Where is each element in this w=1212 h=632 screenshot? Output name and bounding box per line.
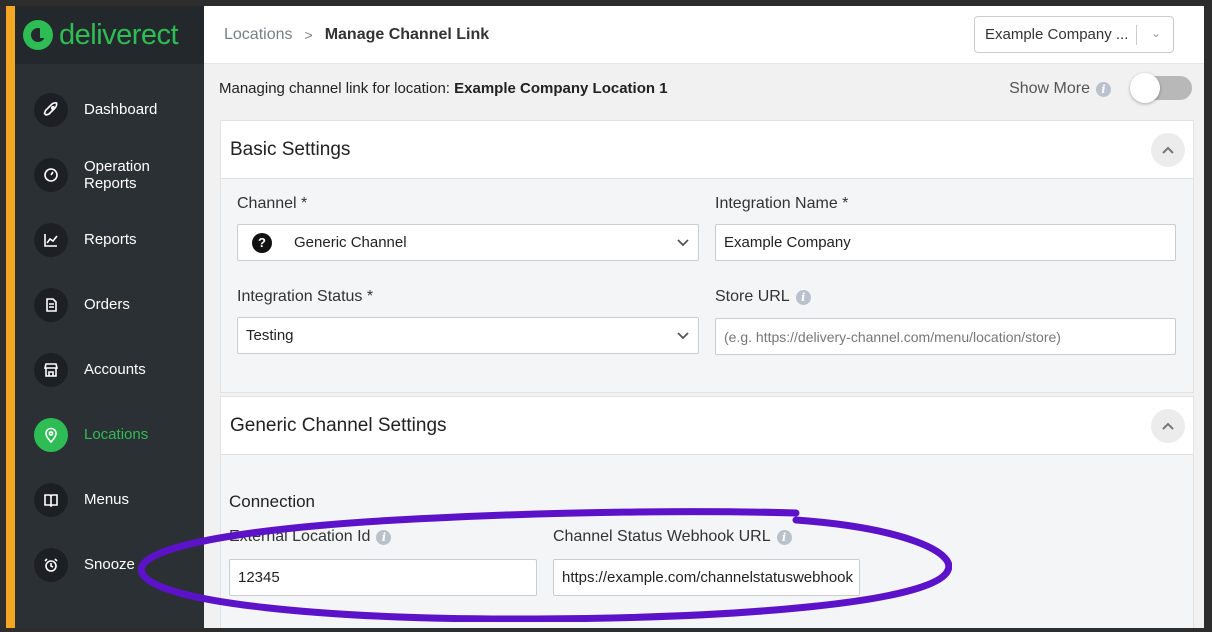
sidebar-item-label: Dashboard [84, 101, 158, 118]
show-more-toggle[interactable] [1130, 73, 1192, 103]
chart-icon [34, 222, 68, 257]
channel-status-webhook-input[interactable]: https://example.com/channelstatuswebhook [553, 559, 860, 596]
document-icon [34, 287, 68, 322]
integration-status-label: Integration Status * [237, 288, 374, 305]
generic-channel-settings-header[interactable]: Generic Channel Settings [221, 397, 1193, 455]
show-more-label: Show More [1009, 80, 1090, 97]
show-more: Show More i [1009, 80, 1111, 98]
store-icon [34, 352, 68, 387]
integration-status-value: Testing [246, 327, 294, 344]
sidebar-item-orders[interactable]: Orders [15, 272, 204, 337]
chevron-down-icon: ⌄ [1150, 26, 1161, 40]
sidebar-item-reports[interactable]: Reports [15, 207, 204, 272]
chevron-up-icon [1162, 422, 1174, 430]
managing-location-name: Example Company Location 1 [454, 80, 668, 97]
chevron-down-icon [676, 328, 690, 346]
sidebar-nav: Dashboard Operation Reports Reports Orde… [15, 77, 204, 597]
managing-location-text: Managing channel link for location: Exam… [219, 80, 668, 97]
sidebar-item-label: Snooze [84, 556, 135, 573]
accent-bar [6, 6, 15, 628]
sidebar-item-accounts[interactable]: Accounts [15, 337, 204, 402]
generic-channel-settings-card: Generic Channel Settings Connection Exte… [220, 396, 1194, 628]
section-title: Basic Settings [230, 138, 351, 160]
info-icon[interactable]: i [795, 289, 811, 305]
sidebar-item-label: Accounts [84, 361, 146, 378]
top-bar: Locations > Manage Channel Link Example … [204, 6, 1204, 64]
basic-settings-card: Basic Settings Channel * ? Generic Chann… [220, 120, 1194, 393]
sidebar-item-snooze[interactable]: Snooze [15, 532, 204, 597]
sidebar-item-label: Reports [84, 231, 137, 248]
select-divider [1136, 25, 1137, 45]
store-url-input[interactable]: (e.g. https://delivery-channel.com/menu/… [715, 318, 1176, 355]
store-url-label: Store URL [715, 288, 790, 305]
company-select-value: Example Company ... [985, 26, 1129, 43]
company-select[interactable]: Example Company ... ⌄ [974, 16, 1174, 53]
logo-icon [23, 20, 53, 50]
rocket-icon [34, 92, 68, 127]
integration-name-label: Integration Name * [715, 195, 849, 212]
page-title: Manage Channel Link [324, 25, 490, 43]
webhook-label: Channel Status Webhook URL [553, 528, 771, 545]
external-location-label: External Location Id [229, 528, 371, 545]
gauge-icon [34, 157, 68, 192]
location-pin-icon [34, 417, 68, 452]
channel-label: Channel * [237, 195, 308, 212]
sidebar-item-operation-reports[interactable]: Operation Reports [15, 142, 204, 207]
external-location-label-row: External Location Id i [229, 528, 392, 546]
collapse-button[interactable] [1151, 409, 1185, 443]
integration-status-select[interactable]: Testing [237, 317, 699, 354]
managing-prefix: Managing channel link for location: [219, 80, 450, 97]
info-icon[interactable]: i [1096, 81, 1111, 97]
integration-name-input[interactable]: Example Company [715, 224, 1176, 261]
breadcrumb-chevron-icon: > [304, 26, 313, 43]
chevron-down-icon [676, 235, 690, 253]
sidebar-item-dashboard[interactable]: Dashboard [15, 77, 204, 142]
channel-select[interactable]: ? Generic Channel [237, 224, 699, 261]
info-icon[interactable]: i [776, 529, 792, 545]
sidebar-item-menus[interactable]: Menus [15, 467, 204, 532]
sidebar-item-label: Orders [84, 296, 130, 313]
section-title: Generic Channel Settings [230, 414, 447, 436]
basic-settings-header[interactable]: Basic Settings [221, 121, 1193, 179]
info-icon[interactable]: i [376, 529, 392, 545]
connection-heading: Connection [229, 492, 316, 511]
brand-logo[interactable]: deliverect [15, 6, 204, 64]
channel-select-value: Generic Channel [294, 234, 407, 251]
external-location-id-input[interactable]: 12345 [229, 559, 537, 596]
breadcrumb-locations[interactable]: Locations [224, 26, 293, 44]
brand-name: deliverect [59, 18, 179, 51]
alarm-clock-icon [34, 547, 68, 582]
webhook-label-row: Channel Status Webhook URL i [553, 528, 792, 546]
collapse-button[interactable] [1151, 133, 1185, 167]
sidebar-item-label: Operation Reports [84, 157, 150, 192]
sidebar-item-label: Menus [84, 491, 130, 508]
sidebar-item-label: Locations [84, 426, 149, 443]
sidebar-item-locations[interactable]: Locations [15, 402, 204, 467]
app-frame: deliverect Dashboard Operation Reports R… [0, 0, 1212, 632]
store-url-label-row: Store URL i [715, 288, 811, 306]
sidebar: deliverect Dashboard Operation Reports R… [15, 6, 204, 628]
book-icon [34, 482, 68, 517]
chevron-up-icon [1162, 146, 1174, 154]
main-content: Locations > Manage Channel Link Example … [204, 6, 1204, 628]
question-mark-icon: ? [252, 232, 272, 253]
